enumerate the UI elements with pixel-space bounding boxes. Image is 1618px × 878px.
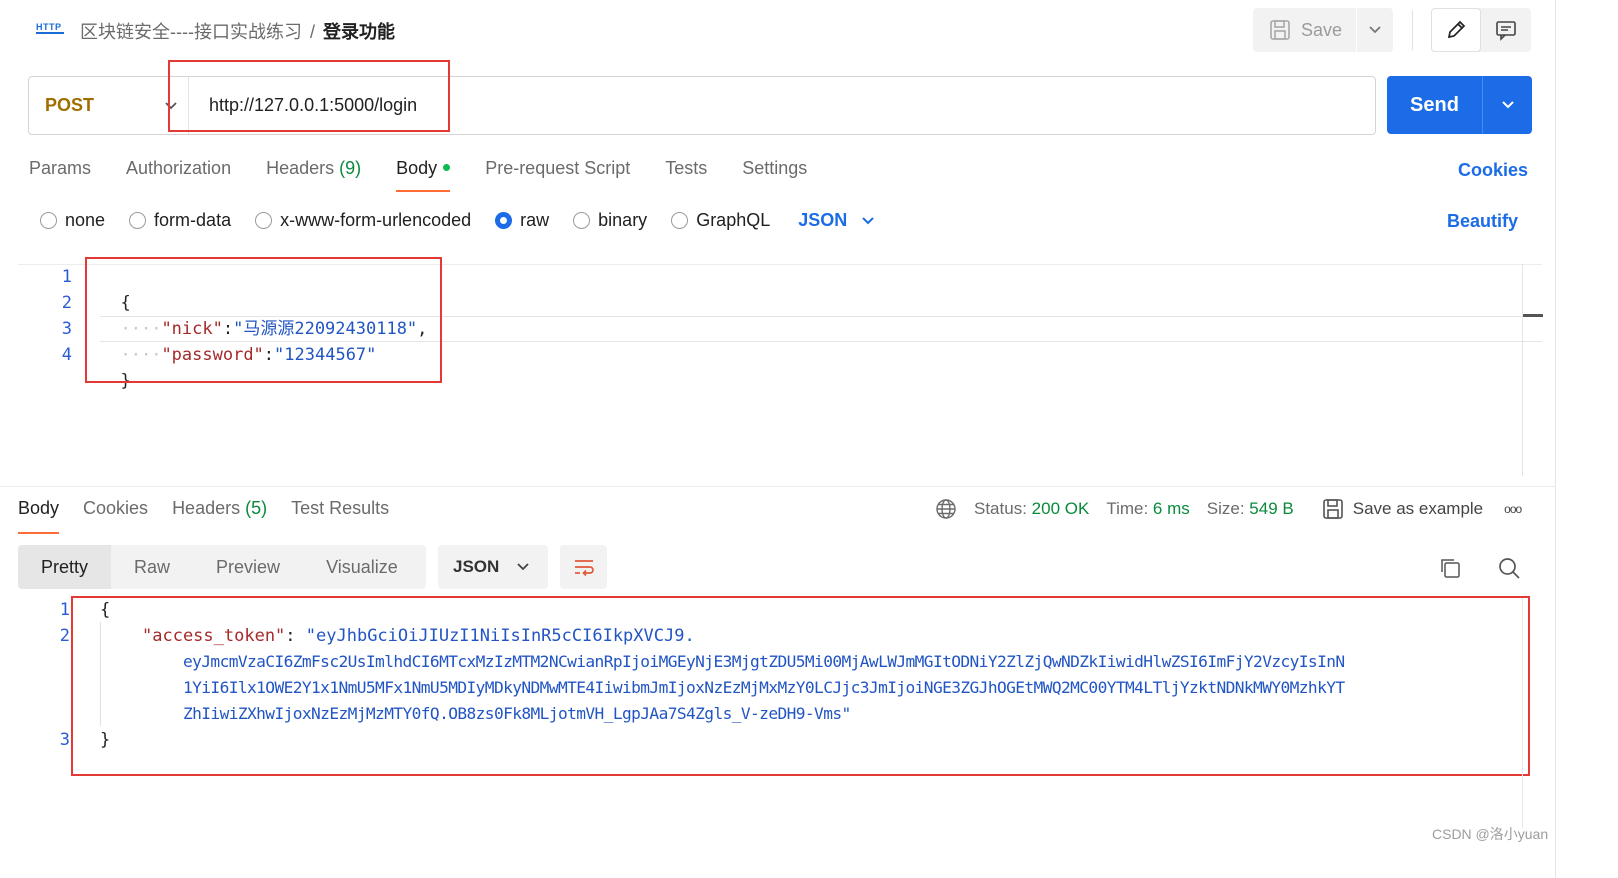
- response-view-tabs: Pretty Raw Preview Visualize: [18, 545, 426, 589]
- save-options-dropdown[interactable]: [1357, 8, 1393, 52]
- send-button[interactable]: Send: [1387, 76, 1483, 134]
- tab-prerequest-script[interactable]: Pre-request Script: [485, 158, 630, 192]
- line-number: 1: [59, 600, 70, 620]
- size-text[interactable]: Size: 549 B: [1207, 499, 1294, 519]
- comments-button[interactable]: [1481, 8, 1531, 52]
- breadcrumb: 区块链安全----接口实战练习 / 登录功能: [80, 18, 395, 44]
- save-button-label: Save: [1301, 19, 1343, 40]
- http-request-icon: HTTP: [36, 18, 64, 40]
- radio-form-data[interactable]: form-data: [129, 210, 231, 231]
- cookies-link[interactable]: Cookies: [1458, 160, 1528, 181]
- save-disk-icon: [1322, 499, 1343, 519]
- line-number: 2: [61, 293, 72, 313]
- response-tabs: Body Cookies Headers (5) Test Results: [18, 498, 413, 534]
- more-options-icon[interactable]: ooo: [1504, 502, 1522, 516]
- tab-tests[interactable]: Tests: [665, 158, 707, 192]
- copy-icon[interactable]: [1438, 556, 1462, 580]
- status-text[interactable]: Status: 200 OK: [974, 499, 1089, 519]
- radio-none[interactable]: none: [40, 210, 105, 231]
- view-raw[interactable]: Raw: [111, 545, 193, 589]
- edit-request-button[interactable]: [1431, 8, 1481, 52]
- time-text[interactable]: Time: 6 ms: [1106, 499, 1189, 519]
- comment-icon: [1496, 21, 1516, 41]
- view-preview[interactable]: Preview: [193, 545, 303, 589]
- editor-scrollbar-track: [1522, 264, 1523, 476]
- save-button[interactable]: Save: [1253, 8, 1357, 52]
- tab-settings[interactable]: Settings: [742, 158, 807, 192]
- pencil-icon: [1447, 20, 1466, 39]
- chevron-down-icon: [517, 563, 529, 571]
- line-number: 4: [61, 345, 72, 365]
- response-scrollbar-track: [1522, 598, 1523, 828]
- wrap-lines-icon: [574, 560, 594, 577]
- line-number: 3: [59, 730, 70, 750]
- save-as-example-button[interactable]: Save as example: [1322, 498, 1483, 520]
- request-body-highlight-box: [85, 257, 442, 383]
- search-icon[interactable]: [1497, 556, 1521, 580]
- resp-tab-test-results[interactable]: Test Results: [291, 498, 389, 534]
- save-button-group: Save: [1253, 8, 1393, 52]
- headers-count: (9): [339, 158, 362, 178]
- breadcrumb-separator: /: [309, 22, 315, 42]
- body-type-options: none form-data x-www-form-urlencoded raw…: [40, 210, 875, 231]
- window-right-edge: [1555, 0, 1556, 878]
- beautify-button[interactable]: Beautify: [1447, 211, 1518, 232]
- url-highlight-box: [168, 60, 450, 132]
- chevron-down-icon: [862, 216, 874, 224]
- chevron-down-icon: [1501, 101, 1514, 109]
- line-number: 2: [59, 626, 70, 646]
- response-divider[interactable]: [0, 486, 1556, 487]
- resp-tab-headers[interactable]: Headers (5): [172, 498, 267, 534]
- wrap-lines-button[interactable]: [560, 545, 607, 589]
- line-number: 1: [61, 267, 72, 287]
- method-select[interactable]: POST: [29, 77, 189, 134]
- globe-icon[interactable]: [935, 498, 957, 520]
- resp-headers-count: (5): [245, 498, 268, 518]
- response-format-select[interactable]: JSON: [438, 545, 548, 589]
- save-disk-icon: [1270, 20, 1290, 40]
- radio-urlencoded[interactable]: x-www-form-urlencoded: [255, 210, 471, 231]
- resp-tab-body[interactable]: Body: [18, 498, 60, 534]
- side-tools-group: [1431, 8, 1531, 52]
- view-pretty[interactable]: Pretty: [18, 545, 112, 589]
- radio-raw[interactable]: raw: [495, 210, 549, 231]
- radio-binary[interactable]: binary: [573, 210, 647, 231]
- resp-tab-cookies[interactable]: Cookies: [83, 498, 148, 534]
- tab-headers[interactable]: Headers (9): [266, 158, 361, 192]
- watermark-text: CSDN @洛小yuan: [1432, 826, 1549, 842]
- line-number: 3: [61, 319, 72, 339]
- tab-authorization[interactable]: Authorization: [126, 158, 231, 192]
- response-meta: Status: 200 OK Time: 6 ms Size: 549 B Sa…: [935, 498, 1538, 520]
- breadcrumb-collection[interactable]: 区块链安全----接口实战练习: [80, 22, 302, 42]
- send-button-group: Send: [1387, 76, 1532, 134]
- radio-graphql[interactable]: GraphQL: [671, 210, 770, 231]
- raw-format-select[interactable]: JSON: [798, 210, 875, 231]
- toolbar-divider: [1412, 10, 1413, 50]
- method-label: POST: [45, 95, 95, 115]
- view-visualize[interactable]: Visualize: [303, 545, 421, 589]
- chevron-down-icon: [1369, 26, 1381, 34]
- request-tabs: Params Authorization Headers (9) Body Pr…: [29, 158, 842, 192]
- body-modified-dot: [443, 163, 451, 171]
- breadcrumb-request-name[interactable]: 登录功能: [323, 22, 395, 42]
- tab-body[interactable]: Body: [396, 158, 451, 192]
- tab-params[interactable]: Params: [29, 158, 91, 192]
- send-options-dropdown[interactable]: [1483, 76, 1532, 134]
- response-body-highlight-box: [71, 596, 1530, 776]
- editor-scrollbar-thumb[interactable]: [1523, 314, 1543, 317]
